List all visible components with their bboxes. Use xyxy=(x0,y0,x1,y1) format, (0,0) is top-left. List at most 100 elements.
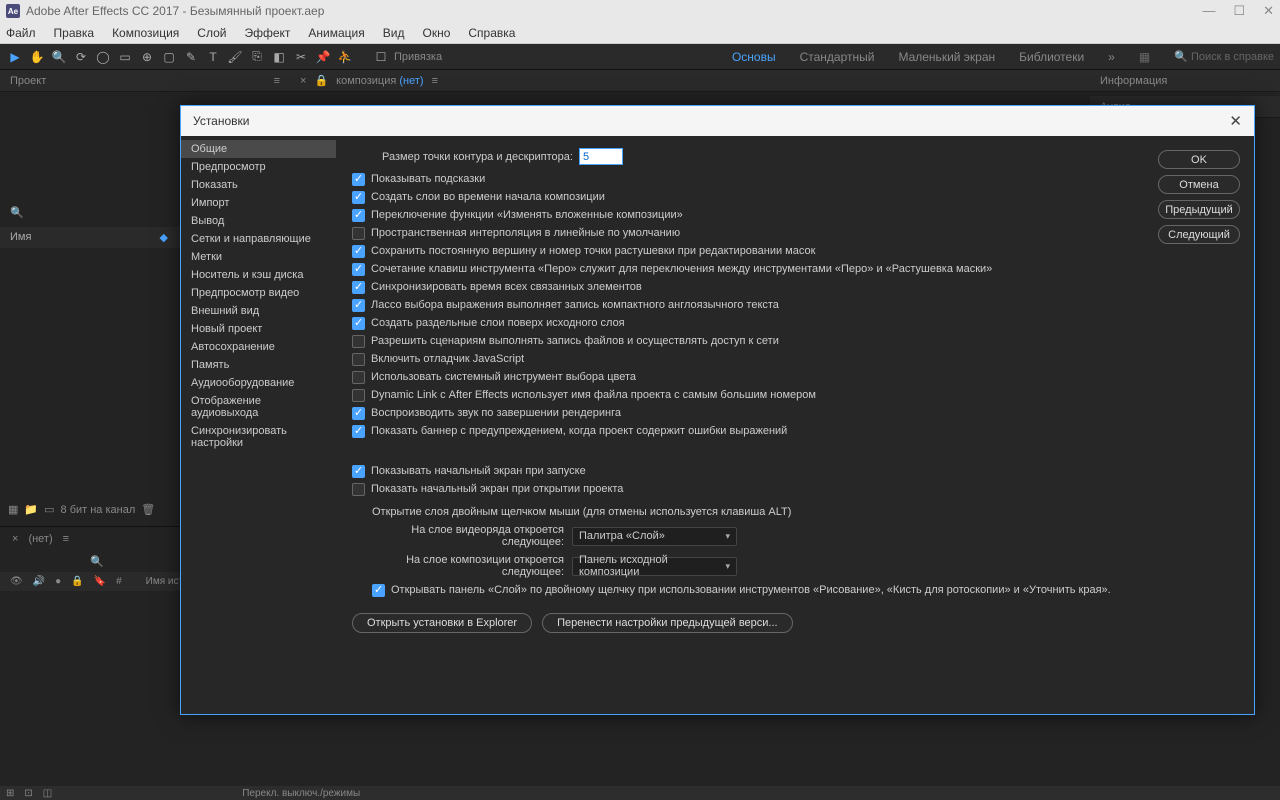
category-item[interactable]: Автосохранение xyxy=(181,338,336,356)
camera-tool-icon[interactable]: ▭ xyxy=(116,48,134,66)
eraser-tool-icon[interactable]: ◧ xyxy=(270,48,288,66)
workspace-standard[interactable]: Стандартный xyxy=(800,50,875,64)
category-item[interactable]: Аудиооборудование xyxy=(181,374,336,392)
maximize-icon[interactable]: ☐ xyxy=(1233,3,1245,19)
category-item[interactable]: Внешний вид xyxy=(181,302,336,320)
checkbox[interactable] xyxy=(352,407,365,420)
workspace-libraries[interactable]: Библиотеки xyxy=(1019,50,1084,64)
checkbox[interactable] xyxy=(352,263,365,276)
checkbox[interactable] xyxy=(352,389,365,402)
lock-icon[interactable]: 🔒 xyxy=(314,74,328,87)
checkbox[interactable] xyxy=(352,425,365,438)
minimize-icon[interactable]: — xyxy=(1202,3,1215,19)
rotate-tool-icon[interactable]: ◯ xyxy=(94,48,112,66)
shape-tool-icon[interactable]: ▢ xyxy=(160,48,178,66)
next-button[interactable]: Следующий xyxy=(1158,225,1240,244)
folder-icon[interactable]: 📁 xyxy=(24,503,38,516)
interp-icon[interactable]: ▦ xyxy=(8,503,18,516)
composition-tab[interactable]: композиция (нет) xyxy=(336,75,423,87)
checkbox[interactable] xyxy=(352,245,365,258)
panel-close-icon[interactable]: × xyxy=(300,75,306,87)
roto-tool-icon[interactable]: ✂ xyxy=(292,48,310,66)
ok-button[interactable]: OK xyxy=(1158,150,1240,169)
cancel-button[interactable]: Отмена xyxy=(1158,175,1240,194)
selection-tool-icon[interactable]: ▶ xyxy=(6,48,24,66)
category-item[interactable]: Метки xyxy=(181,248,336,266)
workspace-more-icon[interactable]: » xyxy=(1108,50,1115,64)
category-item[interactable]: Отображение аудиовыхода xyxy=(181,392,336,422)
snap-checkbox[interactable]: ☐ xyxy=(372,48,390,66)
clone-tool-icon[interactable]: ⎘ xyxy=(248,48,266,66)
category-item[interactable]: Сетки и направляющие xyxy=(181,230,336,248)
comp-layer-combo[interactable]: Панель исходной композиции▾ xyxy=(572,557,737,576)
category-item[interactable]: Показать xyxy=(181,176,336,194)
category-item[interactable]: Новый проект xyxy=(181,320,336,338)
category-item[interactable]: Вывод xyxy=(181,212,336,230)
workspace-small[interactable]: Маленький экран xyxy=(898,50,995,64)
checkbox[interactable] xyxy=(352,483,365,496)
category-item[interactable]: Импорт xyxy=(181,194,336,212)
previous-button[interactable]: Предыдущий xyxy=(1158,200,1240,219)
menu-animation[interactable]: Анимация xyxy=(308,26,364,40)
text-tool-icon[interactable]: T xyxy=(204,48,222,66)
tl-close-icon[interactable]: × xyxy=(12,533,18,545)
project-tab[interactable]: Проект xyxy=(10,75,46,87)
menu-file[interactable]: Файл xyxy=(6,26,36,40)
menu-effect[interactable]: Эффект xyxy=(244,26,290,40)
reveal-prefs-button[interactable]: Открыть установки в Explorer xyxy=(352,613,532,633)
checkbox[interactable] xyxy=(352,335,365,348)
info-tab[interactable]: Информация xyxy=(1100,75,1167,87)
sb-icon1[interactable]: ⊞ xyxy=(6,788,14,799)
sb-icon2[interactable]: ⊡ xyxy=(24,788,32,799)
toolbar-panel-icon[interactable]: ▦ xyxy=(1139,50,1150,64)
footage-layer-combo[interactable]: Палитра «Слой»▾ xyxy=(572,527,737,546)
path-point-size-input[interactable] xyxy=(579,148,623,165)
menu-edit[interactable]: Правка xyxy=(54,26,95,40)
search-icon[interactable]: 🔍 xyxy=(10,206,24,219)
person-icon[interactable]: ⛹ xyxy=(336,48,354,66)
checkbox[interactable] xyxy=(352,209,365,222)
timeline-none[interactable]: (нет) xyxy=(28,533,52,545)
category-item[interactable]: Носитель и кэш диска xyxy=(181,266,336,284)
checkbox[interactable] xyxy=(352,173,365,186)
checkbox[interactable] xyxy=(352,281,365,294)
checkbox[interactable] xyxy=(352,353,365,366)
menu-help[interactable]: Справка xyxy=(468,26,515,40)
sb-icon3[interactable]: ◫ xyxy=(43,788,52,799)
checkbox[interactable] xyxy=(352,227,365,240)
menu-composition[interactable]: Композиция xyxy=(112,26,179,40)
category-item[interactable]: Общие xyxy=(181,140,336,158)
open-layer-panel-checkbox[interactable] xyxy=(372,584,385,597)
category-item[interactable]: Синхронизировать настройки xyxy=(181,422,336,452)
menu-layer[interactable]: Слой xyxy=(197,26,226,40)
workspace-essentials[interactable]: Основы xyxy=(732,50,776,64)
menu-view[interactable]: Вид xyxy=(383,26,405,40)
orbit-tool-icon[interactable]: ⟳ xyxy=(72,48,90,66)
checkbox[interactable] xyxy=(352,465,365,478)
brush-tool-icon[interactable]: 🖌 xyxy=(226,48,244,66)
trash-icon[interactable]: 🗑 xyxy=(141,503,155,516)
checkbox-label: Переключение функции «Изменять вложенные… xyxy=(371,209,683,221)
puppet-tool-icon[interactable]: 📌 xyxy=(314,48,332,66)
category-item[interactable]: Предпросмотр xyxy=(181,158,336,176)
pen-tool-icon[interactable]: ✎ xyxy=(182,48,200,66)
bpc-button[interactable]: 8 бит на канал xyxy=(61,504,136,516)
menu-window[interactable]: Окно xyxy=(422,26,450,40)
anchor-icon[interactable]: ⊕ xyxy=(138,48,156,66)
migrate-prefs-button[interactable]: Перенести настройки предыдущей верси... xyxy=(542,613,793,633)
checkbox[interactable] xyxy=(352,371,365,384)
new-comp-icon[interactable]: ▭ xyxy=(44,503,54,516)
checkbox[interactable] xyxy=(352,317,365,330)
toggle-switches[interactable]: Перекл. выключ./режимы xyxy=(242,788,360,799)
dialog-close-icon[interactable]: ✕ xyxy=(1229,112,1242,130)
tl-search-icon[interactable]: 🔍 xyxy=(90,556,104,568)
col-name[interactable]: Имя xyxy=(10,231,31,244)
checkbox[interactable] xyxy=(352,191,365,204)
checkbox[interactable] xyxy=(352,299,365,312)
category-item[interactable]: Память xyxy=(181,356,336,374)
help-search[interactable]: 🔍 Поиск в справке xyxy=(1174,50,1274,63)
hand-tool-icon[interactable]: ✋ xyxy=(28,48,46,66)
close-icon[interactable]: ✕ xyxy=(1263,3,1274,19)
zoom-tool-icon[interactable]: 🔍 xyxy=(50,48,68,66)
category-item[interactable]: Предпросмотр видео xyxy=(181,284,336,302)
